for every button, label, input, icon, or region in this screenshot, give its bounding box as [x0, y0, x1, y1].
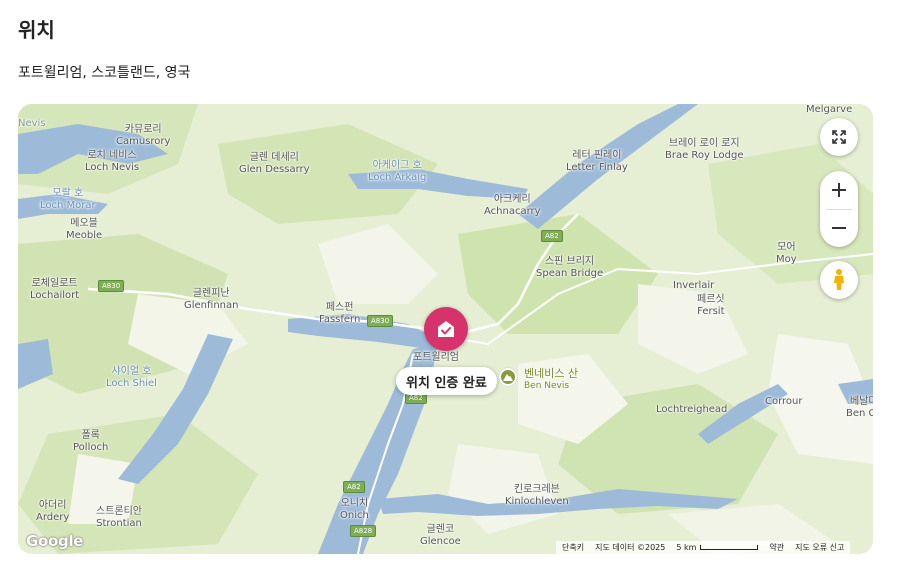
road-badge: A830: [367, 315, 394, 327]
zoom-out-button[interactable]: [820, 209, 858, 247]
place-label: 아더리 Ardery: [36, 500, 70, 523]
place-label: 아케이그 호 Loch Arkaig: [368, 160, 427, 183]
place-label: 글렌피난 Glenfinnan: [184, 288, 239, 311]
place-label: 레터 핀레이 Letter Finlay: [566, 150, 628, 173]
fullscreen-icon: [832, 130, 846, 144]
place-label: Corrour: [765, 396, 803, 407]
keyboard-shortcuts-link[interactable]: 단축키: [562, 542, 584, 553]
map-data-text: 지도 데이터 ©2025: [595, 543, 666, 552]
terms-link[interactable]: 약관: [769, 542, 784, 553]
place-label: 글렌 데세리 Glen Dessarry: [239, 152, 310, 175]
place-label: 오니치 Onich: [340, 498, 369, 521]
place-label: 스핀 브리지 Spean Bridge: [536, 256, 604, 279]
place-label: 모랄 호 Loch Morar: [40, 188, 96, 211]
road-badge: A82: [541, 230, 563, 242]
peak-label[interactable]: 벤네비스 산 Ben Nevis: [524, 368, 578, 392]
place-label: Melgarve: [806, 104, 853, 115]
place-label: 메오블 Meoble: [66, 218, 103, 241]
location-pin[interactable]: [424, 307, 468, 351]
place-label: 페르싯 Fersit: [697, 294, 725, 317]
place-label: 로치 네비스 Loch Nevis: [85, 150, 140, 173]
zoom-in-button[interactable]: [820, 171, 858, 209]
place-label: 페스펀 Fassfern: [319, 302, 361, 325]
road-badge: A828: [350, 525, 377, 537]
google-logo[interactable]: Google: [26, 532, 83, 550]
fullscreen-button[interactable]: [820, 118, 858, 156]
place-label: 아크케리 Achnacarry: [484, 194, 541, 217]
map-attribution: 단축키 지도 데이터 ©2025 5 km 약관 지도 오류 신고: [556, 541, 851, 554]
street-view-button[interactable]: [820, 261, 858, 299]
place-label: 포트윌리엄: [413, 352, 459, 363]
minus-icon: [832, 227, 846, 229]
place-label: 글렌코 Glencoe: [420, 524, 461, 547]
place-label: Inverlair: [673, 280, 715, 291]
place-label: 로체일로트 Lochailort: [30, 278, 80, 301]
location-text: 포트윌리엄, 스코틀랜드, 영국: [18, 65, 191, 81]
scale-indicator[interactable]: 5 km: [676, 543, 759, 552]
pegman-icon: [834, 269, 844, 290]
place-label: 폴록 Polloch: [73, 430, 109, 453]
place-label: 베날더Ben Co: [846, 396, 873, 419]
zoom-controls: [820, 171, 858, 247]
road-badge: A830: [98, 280, 125, 292]
place-label: 스트론티안 Strontian: [96, 506, 142, 529]
section-title: 위치: [18, 18, 55, 42]
place-label: Lochtreighead: [656, 404, 728, 415]
place-label: 카뮤로리 Camusrory: [116, 124, 171, 147]
scale-bar: [700, 545, 759, 550]
report-error-link[interactable]: 지도 오류 신고: [795, 542, 844, 553]
map-container[interactable]: 카뮤로리 Camusrory 로치 네비스 Loch Nevis 글렌 데세리 Gle…: [18, 104, 873, 554]
road-badge: A82: [343, 481, 365, 493]
place-label: Nevis: [18, 118, 46, 129]
scale-label: 5 km: [676, 543, 697, 552]
plus-icon: [832, 183, 846, 197]
verified-location-badge: 위치 인증 완료: [396, 367, 497, 395]
mountain-icon[interactable]: [499, 368, 517, 386]
place-label: 브레이 로이 로지 Brae Roy Lodge: [665, 138, 744, 161]
place-label: 킨로크레븐 Kinlochleven: [505, 484, 569, 507]
place-label: 모어 Moy: [776, 242, 797, 265]
verified-home-icon: [438, 321, 454, 337]
place-label: 샤이얼 호 Loch Shiel: [106, 366, 157, 389]
